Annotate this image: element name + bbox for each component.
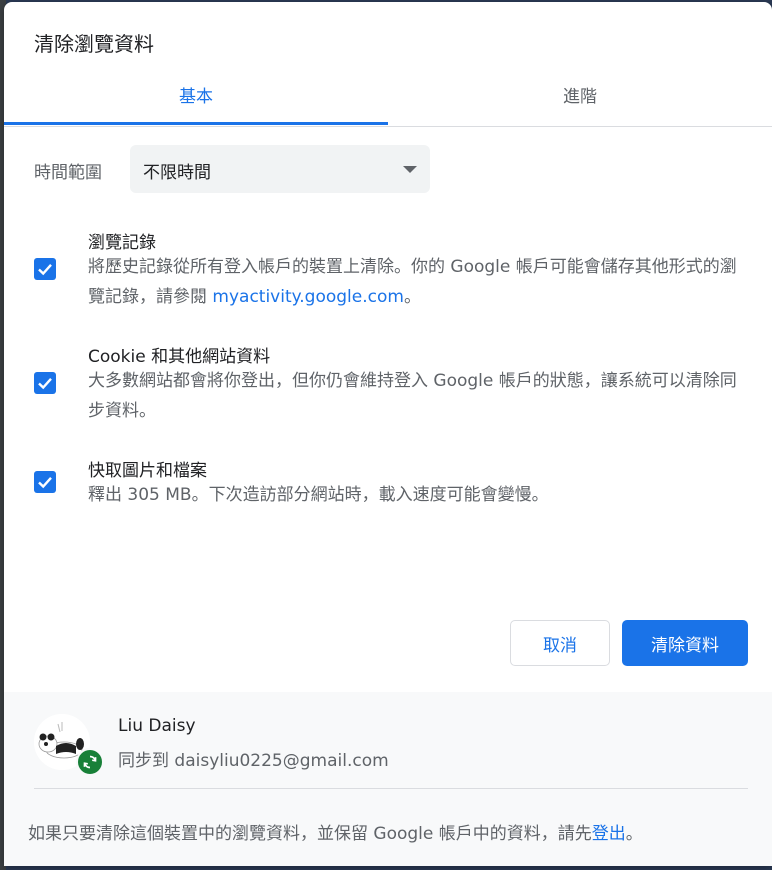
- time-range-select[interactable]: 不限時間: [130, 145, 430, 193]
- cookies-checkbox[interactable]: [34, 372, 56, 394]
- dropdown-arrow-icon: [403, 166, 417, 173]
- cancel-button[interactable]: 取消: [510, 620, 610, 666]
- checkmark-icon: [38, 476, 52, 489]
- cookies-title: Cookie 和其他網站資料: [88, 347, 271, 367]
- dialog-title: 清除瀏覽資料: [34, 32, 154, 56]
- tab-advanced[interactable]: 進階: [388, 74, 772, 126]
- checkmark-icon: [38, 377, 52, 390]
- cache-desc: 釋出 305 MB。下次造訪部分網站時，載入速度可能會變慢。: [88, 485, 549, 505]
- tab-bar: 基本 進階: [4, 74, 772, 127]
- cache-checkbox[interactable]: [34, 471, 56, 493]
- sign-out-note-end: 。: [625, 824, 643, 844]
- myactivity-link[interactable]: myactivity.google.com: [212, 287, 404, 307]
- cache-title: 快取圖片和檔案: [88, 461, 207, 481]
- account-name: Liu Daisy: [118, 716, 196, 736]
- browsing-history-title: 瀏覽記錄: [88, 233, 156, 253]
- cookies-desc: 大多數網站都會將你登出，但你仍會維持登入 Google 帳戶的狀態，讓系統可以清…: [88, 371, 737, 421]
- clear-browsing-data-dialog: 清除瀏覽資料 基本 進階 時間範圍 不限時間 瀏覽記錄 將歷史記錄從所有登入帳戶…: [4, 2, 772, 866]
- sync-icon: [83, 755, 97, 769]
- checkmark-icon: [38, 263, 52, 276]
- sync-badge: [76, 748, 104, 776]
- browsing-history-checkbox[interactable]: [34, 258, 56, 280]
- sign-out-link[interactable]: 登出: [592, 824, 626, 844]
- sign-out-note-text: 如果只要清除這個裝置中的瀏覽資料，並保留 Google 帳戶中的資料，請先: [28, 824, 592, 844]
- browsing-history-desc-end: 。: [403, 287, 421, 307]
- tab-basic[interactable]: 基本: [4, 74, 388, 126]
- sign-out-note: 如果只要清除這個裝置中的瀏覽資料，並保留 Google 帳戶中的資料，請先登出。: [28, 819, 643, 844]
- account-sync-status: 同步到 daisyliu0225@gmail.com: [118, 751, 389, 771]
- clear-data-button[interactable]: 清除資料: [622, 620, 748, 666]
- time-range-label: 時間範圍: [34, 163, 102, 183]
- time-range-value: 不限時間: [143, 163, 211, 183]
- browsing-history-desc: 將歷史記錄從所有登入帳戶的裝置上清除。你的 Google 帳戶可能會儲存其他形式…: [88, 252, 738, 312]
- account-footer: Liu Daisy 同步到 daisyliu0225@gmail.com 如果只…: [4, 692, 772, 866]
- footer-divider: [34, 788, 748, 789]
- tab-selected-indicator: [4, 122, 388, 125]
